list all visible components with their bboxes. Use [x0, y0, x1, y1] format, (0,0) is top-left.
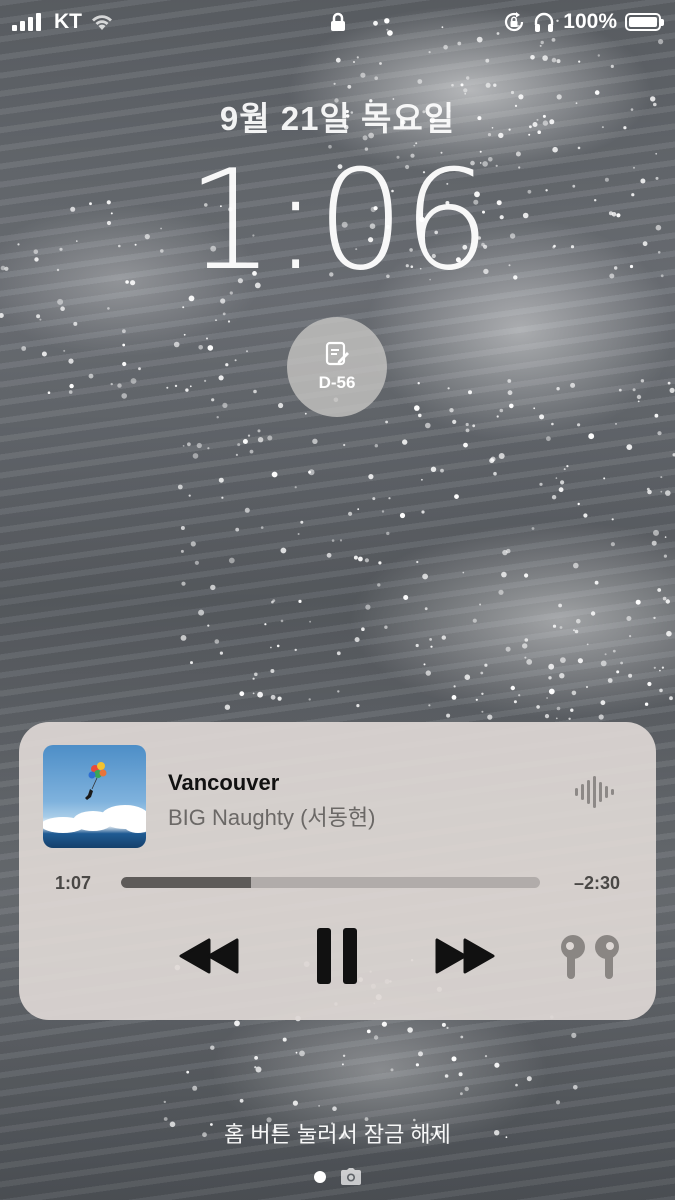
progress-bar[interactable] [121, 877, 540, 888]
battery-percent: 100% [563, 10, 617, 33]
lock-date: 9월 21일 목요일 [219, 100, 456, 137]
lock-icon [330, 12, 345, 31]
note-icon [325, 341, 349, 366]
status-right: 100% [503, 10, 664, 34]
countdown-widget[interactable]: D-56 [287, 317, 387, 417]
pause-button[interactable] [312, 926, 362, 986]
status-bar: KT 100% [0, 0, 675, 44]
page-indicator [0, 1168, 675, 1186]
signal-icon [12, 13, 41, 31]
status-left: KT [12, 10, 114, 34]
rewind-button[interactable] [177, 932, 241, 980]
airpods-icon [561, 935, 619, 979]
carrier-label: KT [54, 10, 82, 33]
rewind-icon [179, 938, 239, 974]
countdown-label: D-56 [318, 373, 356, 392]
time-remaining: –2:30 [573, 873, 620, 893]
airpods-button[interactable] [555, 930, 625, 984]
battery-level [629, 17, 657, 27]
wifi-icon [92, 15, 112, 30]
pause-icon [317, 928, 357, 984]
fast-forward-icon [435, 938, 495, 974]
time-elapsed: 1:07 [55, 873, 92, 893]
unlock-hint: 홈 버튼 눌러서 잠금 해제 [224, 1122, 451, 1147]
song-artist: BIG Naughty (서동현) [168, 805, 376, 830]
page-dot[interactable] [313, 1171, 326, 1183]
fast-forward-button[interactable] [433, 932, 497, 980]
album-art-image [43, 762, 146, 833]
camera-icon[interactable] [340, 1168, 362, 1186]
progress-fill [121, 877, 251, 888]
status-center [330, 12, 346, 38]
album-art[interactable] [43, 745, 146, 848]
orientation-lock-icon [505, 12, 524, 32]
song-title: Vancouver [168, 770, 280, 795]
waveform-icon[interactable] [574, 776, 614, 808]
lock-clock: 1:06 [186, 140, 491, 301]
now-playing-card[interactable]: Vancouver BIG Naughty (서동현) 1:07 –2:30 [19, 722, 656, 1020]
headphones-icon [535, 12, 554, 32]
battery-icon [625, 13, 664, 31]
